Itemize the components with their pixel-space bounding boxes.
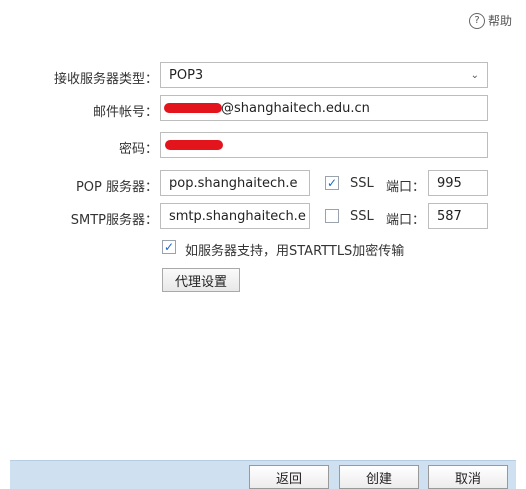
create-button[interactable]: 创建 (339, 465, 419, 489)
pop-port-label: 端口： (386, 180, 426, 195)
smtp-port-label: 端口： (386, 213, 426, 228)
pop-port-value: 995 (437, 175, 462, 191)
starttls-checkbox[interactable]: ✓ (162, 240, 176, 254)
account-settings-dialog: ? 帮助 接收服务器类型： POP3 ⌄ 邮件帐号： @shanghaitech… (0, 0, 526, 489)
redaction-mark (164, 103, 222, 113)
pop-server-field[interactable]: pop.shanghaitech.e (160, 170, 310, 196)
smtp-ssl-label: SSL (350, 209, 374, 224)
help-link[interactable]: ? 帮助 (468, 12, 512, 29)
pop-server-value: pop.shanghaitech.e (169, 175, 298, 191)
pop-ssl-label: SSL (350, 176, 374, 191)
smtp-server-label: SMTP服务器： (70, 213, 158, 228)
back-button[interactable]: 返回 (249, 465, 329, 489)
cancel-button[interactable]: 取消 (428, 465, 508, 489)
smtp-server-field[interactable]: smtp.shanghaitech.e (160, 203, 310, 229)
email-label: 邮件帐号： (92, 105, 158, 120)
pop-server-label: POP 服务器： (75, 180, 158, 195)
server-type-value: POP3 (169, 67, 204, 83)
pop-ssl-checkbox[interactable]: ✓ (325, 176, 339, 190)
proxy-settings-button[interactable]: 代理设置 (162, 268, 240, 292)
starttls-label: 如服务器支持，用STARTTLS加密传输 (185, 244, 405, 259)
question-circle-icon: ? (468, 12, 485, 29)
smtp-port-value: 587 (437, 208, 462, 224)
help-label: 帮助 (487, 14, 512, 28)
smtp-ssl-checkbox[interactable] (325, 209, 339, 223)
email-domain-text: @shanghaitech.edu.cn (221, 100, 370, 116)
smtp-port-field[interactable]: 587 (428, 203, 488, 229)
pop-port-field[interactable]: 995 (428, 170, 488, 196)
chevron-down-icon: ⌄ (470, 69, 479, 81)
redaction-mark (165, 140, 223, 150)
password-label: 密码： (118, 142, 158, 157)
server-type-select[interactable]: POP3 ⌄ (160, 62, 488, 88)
server-type-label: 接收服务器类型： (53, 72, 158, 87)
smtp-server-value: smtp.shanghaitech.e (169, 208, 306, 224)
